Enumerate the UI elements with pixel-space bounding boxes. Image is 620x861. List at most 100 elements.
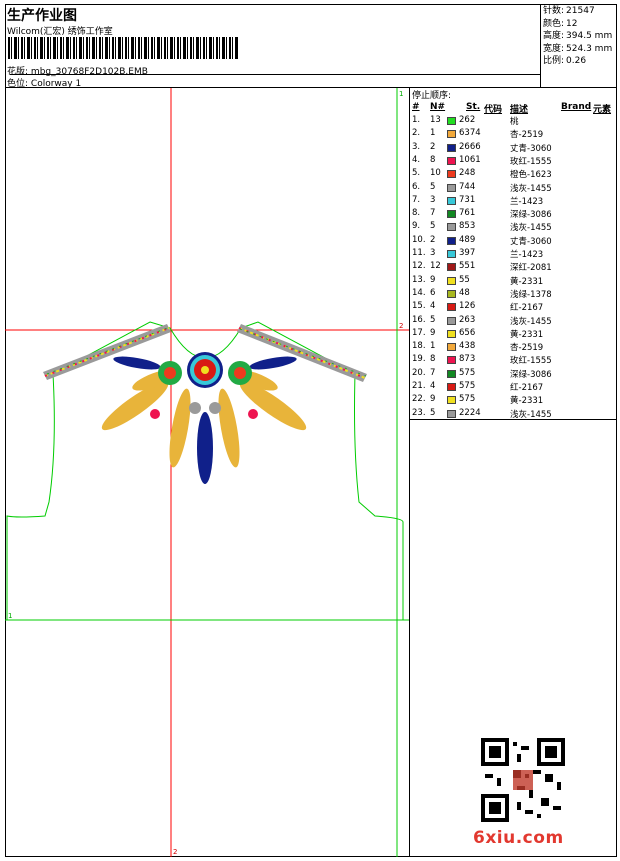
thread-idx: 17.	[412, 327, 426, 338]
thread-desc: 浅灰-1455	[510, 409, 552, 420]
color-swatch	[447, 117, 456, 125]
thread-desc: 玫红-1555	[510, 156, 552, 167]
thread-row: 22. 9 575 黄-2331	[410, 394, 617, 407]
stop-sequence-title: 停止顺序:	[412, 91, 452, 101]
thread-n: 4	[430, 301, 436, 312]
thread-idx: 11.	[412, 248, 426, 258]
thread-row: 9. 5 853 浅灰-1455	[410, 221, 617, 234]
thread-desc: 兰-1423	[510, 196, 544, 207]
center-medallion	[187, 352, 223, 388]
stat-value: 524.3 mm	[566, 43, 613, 54]
thread-n: 5	[430, 221, 436, 232]
thread-idx: 20.	[412, 367, 426, 378]
thread-idx: 6.	[412, 181, 421, 192]
color-swatch	[447, 236, 456, 245]
stat-row: 颜色: 12	[543, 18, 612, 31]
color-swatch	[447, 329, 456, 338]
thread-desc: 红-2167	[510, 383, 544, 393]
stat-label: 宽度:	[543, 43, 565, 54]
thread-desc: 深红-2081	[510, 263, 552, 274]
thread-row: 12. 12 551 深红-2081	[410, 261, 617, 274]
thread-desc: 丈青-3060	[510, 143, 552, 154]
thread-n: 8	[430, 354, 436, 365]
thread-row: 1. 13 262 桃	[410, 115, 617, 128]
thread-n: 12	[430, 261, 441, 272]
design-canvas: 1 2 1 2	[5, 88, 409, 857]
thread-row: 11. 3 397 兰-1423	[410, 248, 617, 261]
thread-desc: 浅灰-1455	[510, 316, 552, 327]
thread-n: 5	[430, 407, 436, 418]
thread-desc: 杏-2519	[510, 130, 544, 141]
thread-st: 489	[459, 234, 476, 245]
thread-n: 9	[430, 274, 436, 285]
left-shoulder-band	[43, 324, 171, 380]
thread-st: 744	[459, 181, 476, 192]
header: 生产作业图 Wilcom(汇宏) 绣饰工作室 花版: mbg_30768F2D1…	[5, 4, 617, 89]
col-header: #	[412, 102, 420, 112]
thread-row: 5. 10 248 橙色-1623	[410, 168, 617, 181]
thread-desc: 浅灰-1455	[510, 183, 552, 194]
thread-st: 248	[459, 168, 476, 179]
thread-idx: 4.	[412, 154, 421, 165]
thread-row: 16. 5 263 浅灰-1455	[410, 315, 617, 328]
thread-st: 853	[459, 221, 476, 232]
thread-desc: 黄-2331	[510, 329, 544, 340]
thread-st: 55	[459, 274, 470, 285]
thread-row: 2. 1 6374 杏-2519	[410, 128, 617, 141]
thread-idx: 3.	[412, 141, 421, 152]
barcode	[8, 37, 238, 59]
thread-idx: 18.	[412, 341, 426, 352]
thread-desc: 浅灰-1455	[510, 223, 552, 234]
watermark-logo: 6xiu.com	[473, 828, 564, 848]
color-swatch	[447, 409, 456, 418]
qr-code	[481, 738, 565, 822]
thread-row: 19. 8 873 玫红-1555	[410, 354, 617, 367]
thread-row: 7. 3 731 兰-1423	[410, 195, 617, 208]
stat-value: 394.5 mm	[566, 31, 613, 41]
col-header: 描述	[510, 105, 529, 115]
thread-idx: 8.	[412, 208, 421, 219]
col-header: 代码	[484, 105, 503, 115]
thread-idx: 13.	[412, 274, 426, 285]
color-swatch	[447, 289, 456, 298]
thread-n: 9	[430, 327, 436, 338]
thread-st: 656	[459, 327, 476, 338]
color-swatch	[447, 130, 456, 139]
thread-n: 5	[430, 181, 436, 192]
thread-n: 10	[430, 168, 441, 179]
thread-desc: 丈青-3060	[510, 236, 552, 247]
thread-st: 575	[459, 394, 476, 405]
thread-st: 761	[459, 208, 476, 219]
thread-st: 2224	[459, 407, 481, 418]
thread-n: 9	[430, 394, 436, 405]
color-swatch	[447, 210, 456, 219]
color-swatch	[447, 263, 456, 272]
thread-idx: 10.	[412, 234, 426, 245]
thread-desc: 橙色-1623	[510, 170, 552, 181]
stat-row: 针数: 21547	[543, 5, 612, 18]
color-swatch	[447, 369, 456, 378]
thread-st: 731	[459, 194, 476, 205]
marker-label: 1	[399, 90, 403, 98]
thread-n: 4	[430, 381, 436, 391]
color-swatch	[447, 183, 456, 192]
color-swatch	[447, 223, 456, 232]
thread-row: 4. 8 1061 玫红-1555	[410, 155, 617, 168]
thread-n: 2	[430, 141, 436, 152]
color-swatch	[447, 316, 456, 325]
thread-n: 3	[430, 194, 436, 205]
divider	[10, 74, 541, 75]
thread-desc: 桃	[510, 117, 519, 127]
color-swatch	[447, 396, 456, 405]
thread-row: 8. 7 761 深绿-3086	[410, 208, 617, 221]
thread-st: 263	[459, 314, 476, 325]
thread-row: 18. 1 438 杏-2519	[410, 341, 617, 354]
thread-st: 126	[459, 301, 476, 312]
thread-idx: 7.	[412, 194, 421, 205]
color-swatch	[447, 143, 456, 152]
thread-idx: 5.	[412, 168, 421, 179]
color-swatch	[447, 383, 456, 391]
thread-row: 13. 9 55 黄-2331	[410, 275, 617, 288]
stat-value: 12	[566, 18, 578, 29]
thread-n: 7	[430, 208, 436, 219]
